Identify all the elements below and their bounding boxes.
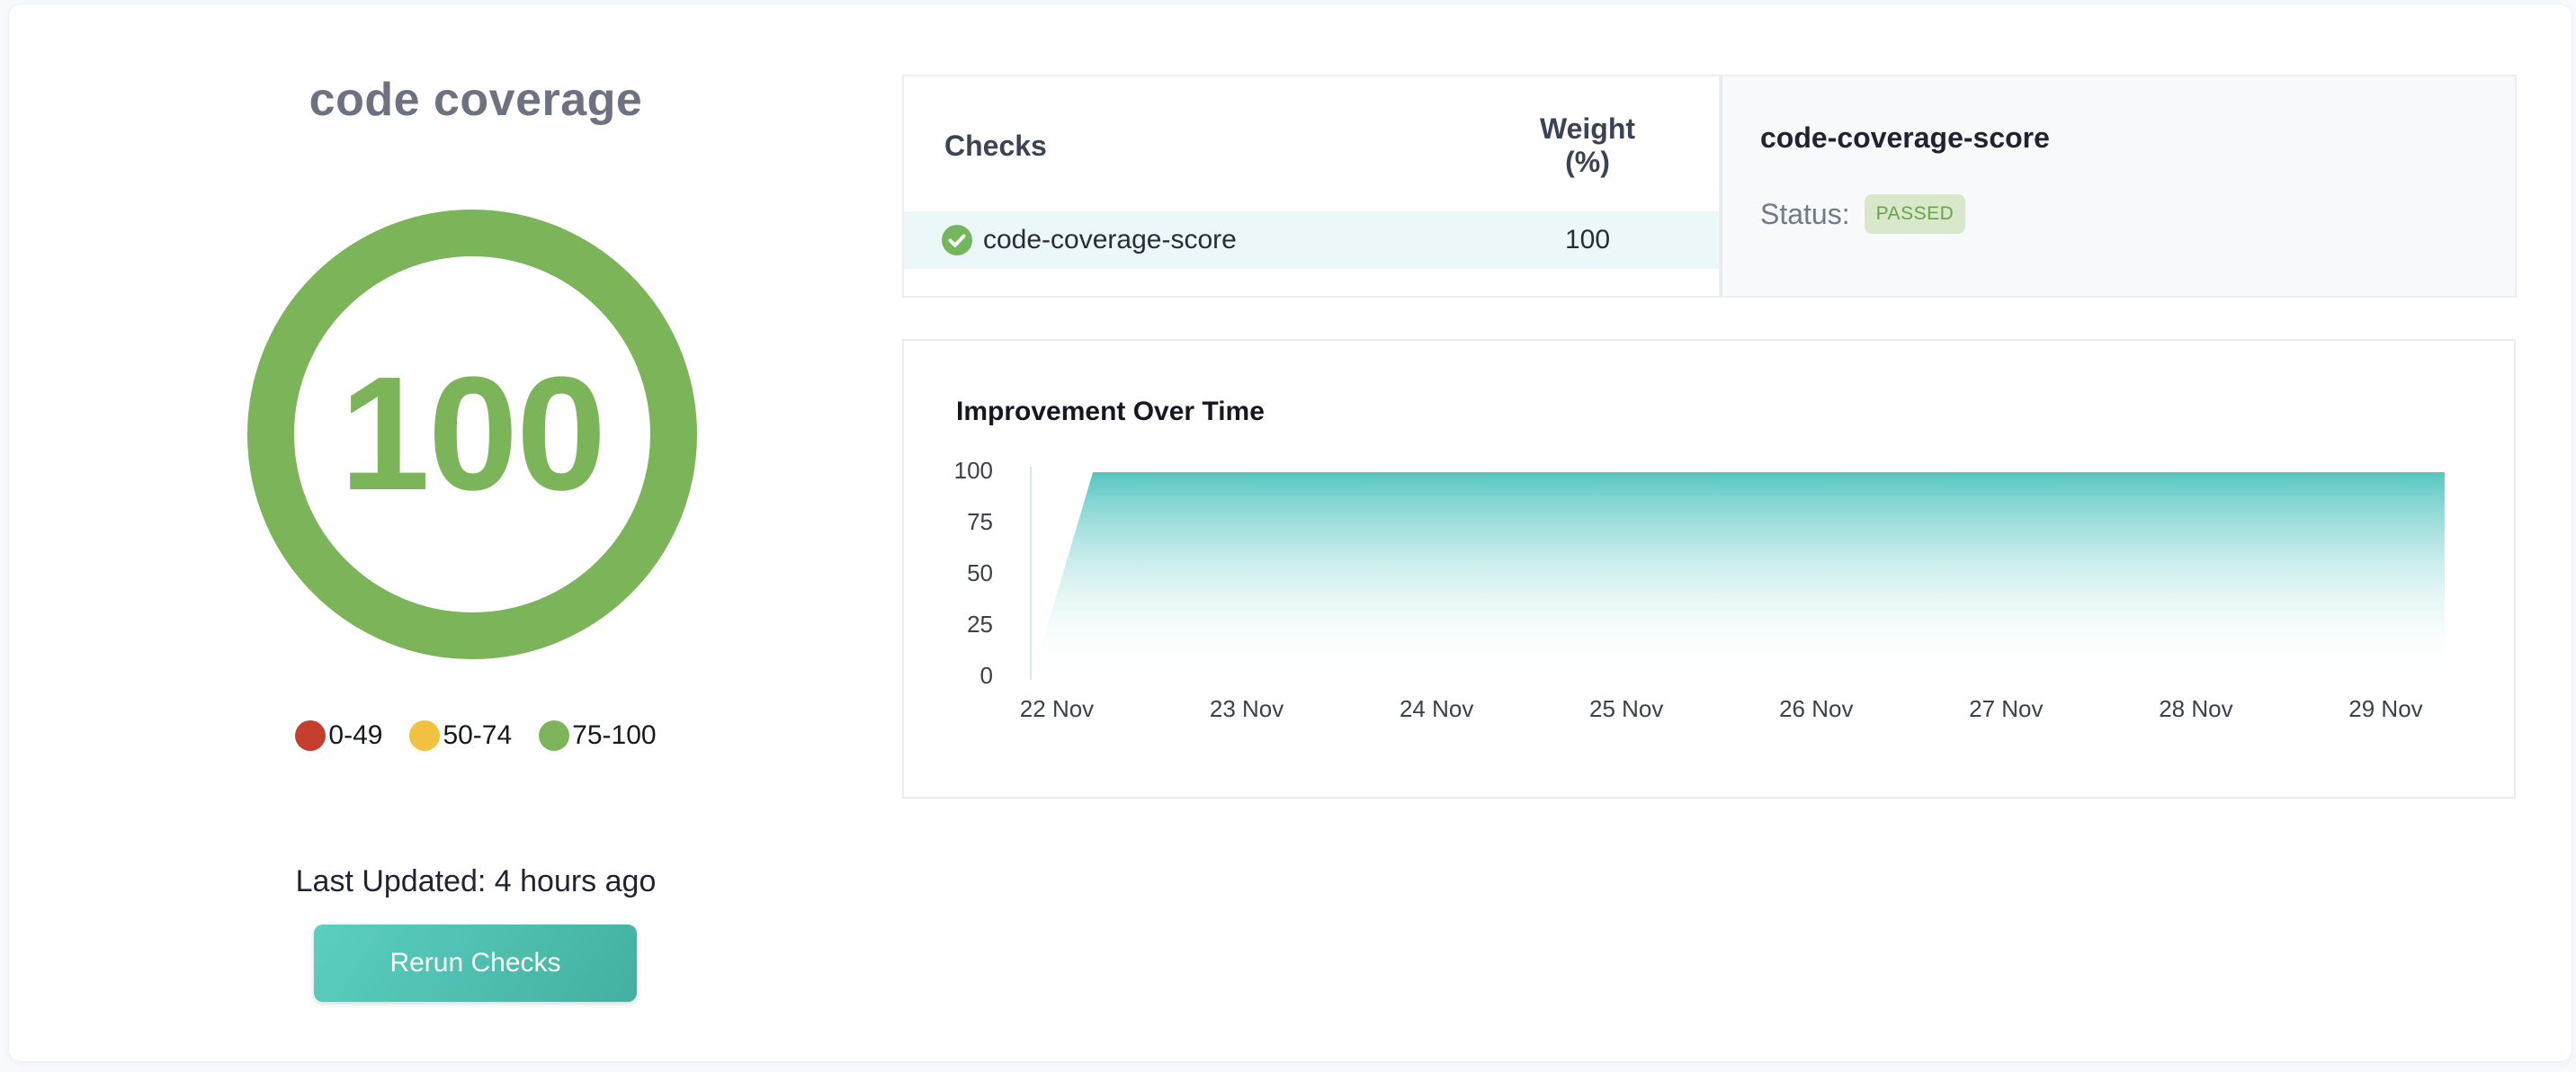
checks-table-header: Checks Weight (%) [944,112,1659,179]
x-tick-label: 24 Nov [1400,695,1473,722]
dashboard-card: code coverage 100 0-49 50-74 75-100 Last… [8,4,2572,1062]
y-tick-label: 75 [967,508,993,535]
improvement-chart-card: 0 25 50 75 100 22 Nov 23 Nov 24 Nov 25 Nov 26 Nov… [902,339,2516,799]
status-badge: PASSED [1865,194,1966,234]
check-weight-value: 100 [1516,225,1659,255]
x-tick-label: 26 Nov [1779,695,1853,722]
check-circle-icon [942,225,972,255]
rerun-checks-button[interactable]: Rerun Checks [314,925,637,1002]
y-tick-label: 0 [980,662,993,689]
score-area-series [1033,472,2445,677]
checks-table-card: Checks Weight (%) code-coverage-score 10… [902,75,1721,298]
x-tick-label: 22 Nov [1020,695,1094,722]
legend-dot-green [539,720,569,751]
x-tick-label: 27 Nov [1969,695,2043,722]
legend-label: 50-74 [443,720,512,751]
table-row[interactable]: code-coverage-score 100 [904,211,1719,269]
score-legend: 0-49 50-74 75-100 [17,720,935,751]
score-gauge-value: 100 [340,353,604,515]
x-tick-label: 23 Nov [1210,695,1284,722]
y-tick-label: 50 [967,559,993,586]
score-gauge: 100 [247,210,697,659]
x-tick-label: 29 Nov [2348,695,2422,722]
x-tick-label: 25 Nov [1589,695,1663,722]
check-detail-card: code-coverage-score Status: PASSED [1721,75,2517,298]
legend-label: 75-100 [572,720,656,751]
legend-label: 0-49 [328,720,382,751]
check-name: code-coverage-score [983,225,1237,255]
page-title: code coverage [17,73,935,127]
column-header-checks: Checks [944,130,1047,163]
x-tick-label: 28 Nov [2159,695,2232,722]
legend-dot-red [295,720,326,751]
legend-item-mid: 50-74 [409,720,512,751]
legend-item-low: 0-49 [295,720,382,751]
legend-item-high: 75-100 [539,720,656,751]
status-label: Status: [1760,198,1850,231]
y-tick-label: 25 [967,611,993,638]
column-header-weight: Weight (%) [1516,112,1659,179]
check-name-cell: code-coverage-score [942,225,1237,255]
chart-title: Improvement Over Time [956,397,1265,427]
status-row: Status: PASSED [1760,194,2515,234]
y-tick-label: 100 [954,457,993,484]
check-detail-title: code-coverage-score [1760,121,2515,155]
legend-dot-yellow [409,720,440,751]
last-updated-text: Last Updated: 4 hours ago [17,864,935,899]
